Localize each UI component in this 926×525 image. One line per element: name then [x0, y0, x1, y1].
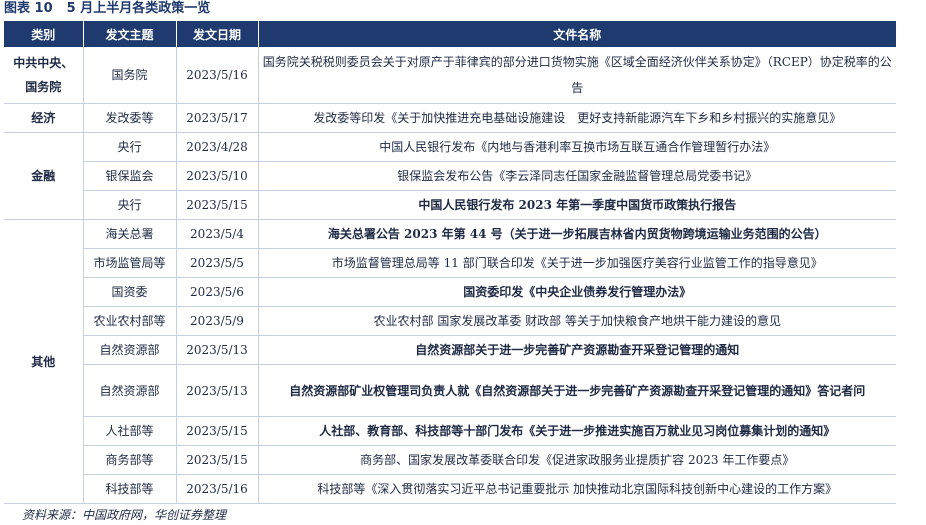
- category-cell: 中共中央、国务院: [4, 47, 84, 104]
- date-cell: 2023/5/15: [176, 190, 259, 220]
- date-cell: 2023/5/16: [176, 474, 259, 504]
- doc-title-cell: 科技部等《深入贯彻落实习近平总书记重要批示 加快推动北京国际科技创新中心建设的工…: [258, 474, 896, 504]
- issuer-cell: 发改委等: [83, 103, 177, 133]
- table-row: 其他 海关总署 2023/5/4 海关总署公告 2023 年第 44 号（关于进一步拓…: [4, 219, 896, 504]
- figure-text: 5 月上半月各类政策一览: [66, 1, 211, 16]
- doc-title-cell: 商务部、国家发展改革委联合印发《促进家政服务业提质扩容 2023 年工作要点》: [258, 445, 896, 475]
- table-row: 科技部等 2023/5/16 科技部等《深入贯彻落实习近平总书记重要批示 加快推动北…: [4, 474, 896, 504]
- date-cell: 2023/5/6: [176, 277, 259, 307]
- issuer-cell: 银保监会: [83, 161, 177, 191]
- issuer-cell: 央行: [83, 132, 177, 162]
- table-row: 国资委 2023/5/6 国资委印发《中央企业债券发行管理办法》: [4, 277, 896, 307]
- doc-title-cell: 银保监会发布公告《李云泽同志任国家金融监督管理总局党委书记》: [258, 161, 896, 191]
- doc-title-cell: 农业农村部 国家发展改革委 财政部 等关于加快粮食产地烘干能力建设的意见: [258, 306, 896, 336]
- table-row: 央行 2023/5/15 中国人民银行发布 2023 年第一季度中国货币政策执行报告: [4, 190, 896, 220]
- doc-title-cell: 国务院关税税则委员会关于对原产于菲律宾的部分进口货物实施《区域全面经济伙伴关系协…: [258, 47, 896, 104]
- date-cell: 2023/5/9: [176, 306, 259, 336]
- source-note: 资料来源：中国政府网，华创证券整理: [22, 508, 227, 522]
- category-cell: 经济: [4, 103, 84, 133]
- doc-title-cell: 发改委等印发《关于加快推进充电基础设施建设 更好支持新能源汽车下乡和乡村振兴的实…: [258, 103, 896, 133]
- table-row: 中共中央、国务院 国务院 2023/5/16 国务院关税税则委员会关于对原产于菲律宾的…: [4, 47, 896, 104]
- table-row: 银保监会 2023/5/10 银保监会发布公告《李云泽同志任国家金融监督管理总局党委…: [4, 161, 896, 191]
- date-cell: 2023/5/15: [176, 416, 259, 446]
- doc-title-cell: 国资委印发《中央企业债券发行管理办法》: [258, 277, 896, 307]
- table-row: 经济 发改委等 2023/5/17 发改委等印发《关于加快推进充电基础设施建设 更好支…: [4, 103, 896, 133]
- issuer-cell: 国资委: [83, 277, 177, 307]
- date-cell: 2023/5/10: [176, 161, 259, 191]
- date-cell: 2023/5/13: [176, 364, 259, 417]
- doc-title-cell: 自然资源部关于进一步完善矿产资源勘查开采登记管理的通知: [258, 335, 896, 365]
- doc-title-cell: 中国人民银行发布《内地与香港利率互换市场互联互通合作管理暂行办法》: [258, 132, 896, 162]
- table-row: 金融 央行 2023/4/28 中国人民银行发布《内地与香港利率互换市场互联互通合作管…: [4, 132, 896, 220]
- issuer-cell: 自然资源部: [83, 335, 177, 365]
- date-cell: 2023/5/16: [176, 47, 259, 104]
- doc-title-cell: 市场监督管理总局等 11 部门联合印发《关于进一步加强医疗美容行业监管工作的指导…: [258, 248, 896, 278]
- date-cell: 2023/5/4: [176, 219, 259, 249]
- category-cell: 金融: [4, 132, 84, 220]
- doc-title-cell: 自然资源部矿业权管理司负责人就《自然资源部关于进一步完善矿产资源勘查开采登记管理…: [258, 364, 896, 417]
- date-cell: 2023/4/28: [176, 132, 259, 162]
- category-cell: 其他: [4, 219, 84, 504]
- figure-title: 图表 10 5 月上半月各类政策一览: [4, 0, 210, 18]
- header-category: 类别: [4, 21, 84, 47]
- table-row: 人社部等 2023/5/15 人社部、教育部、科技部等十部门发布《关于进一步推进实施…: [4, 416, 896, 446]
- header-date: 发文日期: [176, 21, 259, 47]
- header-issuer: 发文主题: [83, 21, 177, 47]
- policy-table: 类别 发文主题 发文日期 文件名称 中共中央、国务院 国务院 2023/5/16 国务…: [4, 21, 896, 504]
- issuer-cell: 自然资源部: [83, 364, 177, 417]
- issuer-cell: 央行: [83, 190, 177, 220]
- table-row: 自然资源部 2023/5/13 自然资源部关于进一步完善矿产资源勘查开采登记管理的通…: [4, 335, 896, 365]
- table-row: 市场监管局等 2023/5/5 市场监督管理总局等 11 部门联合印发《关于进一步加…: [4, 248, 896, 278]
- issuer-cell: 商务部等: [83, 445, 177, 475]
- table-row: 自然资源部 2023/5/13 自然资源部矿业权管理司负责人就《自然资源部关于进一步…: [4, 364, 896, 417]
- issuer-cell: 人社部等: [83, 416, 177, 446]
- doc-title-cell: 中国人民银行发布 2023 年第一季度中国货币政策执行报告: [258, 190, 896, 220]
- doc-title-cell: 海关总署公告 2023 年第 44 号（关于进一步拓展吉林省内贸货物跨境运输业务…: [258, 219, 896, 249]
- date-cell: 2023/5/15: [176, 445, 259, 475]
- issuer-cell: 国务院: [83, 47, 177, 104]
- figure-label: 图表 10: [4, 1, 53, 16]
- issuer-cell: 科技部等: [83, 474, 177, 504]
- header-doc-title: 文件名称: [258, 21, 896, 47]
- date-cell: 2023/5/5: [176, 248, 259, 278]
- issuer-cell: 市场监管局等: [83, 248, 177, 278]
- issuer-cell: 海关总署: [83, 219, 177, 249]
- header-row: 类别 发文主题 发文日期 文件名称: [4, 21, 896, 47]
- date-cell: 2023/5/13: [176, 335, 259, 365]
- table-body: 中共中央、国务院 国务院 2023/5/16 国务院关税税则委员会关于对原产于菲律宾的…: [4, 47, 896, 504]
- issuer-cell: 农业农村部等: [83, 306, 177, 336]
- date-cell: 2023/5/17: [176, 103, 259, 133]
- doc-title-cell: 人社部、教育部、科技部等十部门发布《关于进一步推进实施百万就业见习岗位募集计划的…: [258, 416, 896, 446]
- table-row: 农业农村部等 2023/5/9 农业农村部 国家发展改革委 财政部 等关于加快粮食产…: [4, 306, 896, 336]
- table-row: 商务部等 2023/5/15 商务部、国家发展改革委联合印发《促进家政服务业提质扩容…: [4, 445, 896, 475]
